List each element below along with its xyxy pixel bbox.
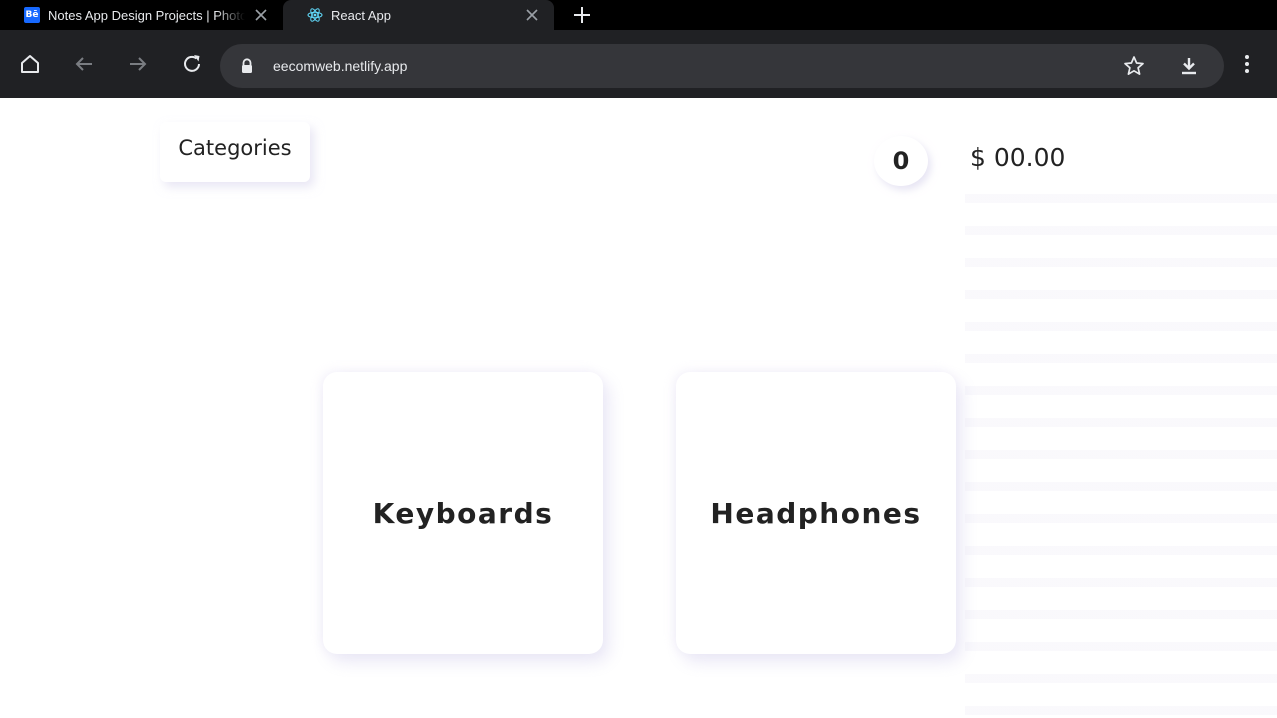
star-icon[interactable] <box>1122 54 1146 78</box>
page-content: Categories 0 $ 00.00 Keyboards Headphone… <box>0 98 1277 718</box>
categories-label: Categories <box>178 136 292 160</box>
cart-count: 0 <box>892 147 910 175</box>
category-card-headphones[interactable]: Headphones <box>676 372 956 654</box>
lock-icon <box>242 58 252 73</box>
home-button[interactable] <box>18 52 42 76</box>
back-button[interactable] <box>72 52 96 76</box>
categories-button[interactable]: Categories <box>160 122 310 182</box>
close-icon[interactable] <box>253 7 269 23</box>
browser-tab-strip: Bē Notes App Design Projects | Photos Re… <box>0 0 1277 30</box>
category-card-label: Headphones <box>710 496 922 530</box>
category-card-label: Keyboards <box>372 496 554 530</box>
browser-toolbar: eecomweb.netlify.app <box>0 30 1277 98</box>
browser-tab-behance[interactable]: Bē Notes App Design Projects | Photos <box>0 0 283 30</box>
close-icon[interactable] <box>524 7 540 23</box>
new-tab-button[interactable] <box>570 3 594 27</box>
behance-icon: Bē <box>24 7 40 23</box>
tab-title: Notes App Design Projects | Photos <box>48 7 245 23</box>
back-arrow-icon <box>75 57 92 71</box>
category-card-keyboards[interactable]: Keyboards <box>323 372 603 654</box>
home-icon <box>21 55 39 73</box>
download-icon[interactable] <box>1177 54 1201 78</box>
browser-tab-react-app[interactable]: React App <box>283 0 554 30</box>
kebab-menu-icon <box>1245 55 1249 73</box>
url-text[interactable]: eecomweb.netlify.app <box>273 44 407 88</box>
react-icon <box>307 7 323 23</box>
tab-title: React App <box>331 7 391 23</box>
decorative-stripes <box>965 194 1277 718</box>
reload-button[interactable] <box>180 52 204 76</box>
cart-count-badge[interactable]: 0 <box>874 136 928 186</box>
plus-icon <box>574 7 590 23</box>
forward-button[interactable] <box>126 52 150 76</box>
address-bar[interactable]: eecomweb.netlify.app <box>220 44 1224 88</box>
browser-menu-button[interactable] <box>1235 52 1259 76</box>
reload-icon <box>184 55 200 72</box>
forward-arrow-icon <box>130 57 147 71</box>
cart-total: $ 00.00 <box>970 143 1066 172</box>
